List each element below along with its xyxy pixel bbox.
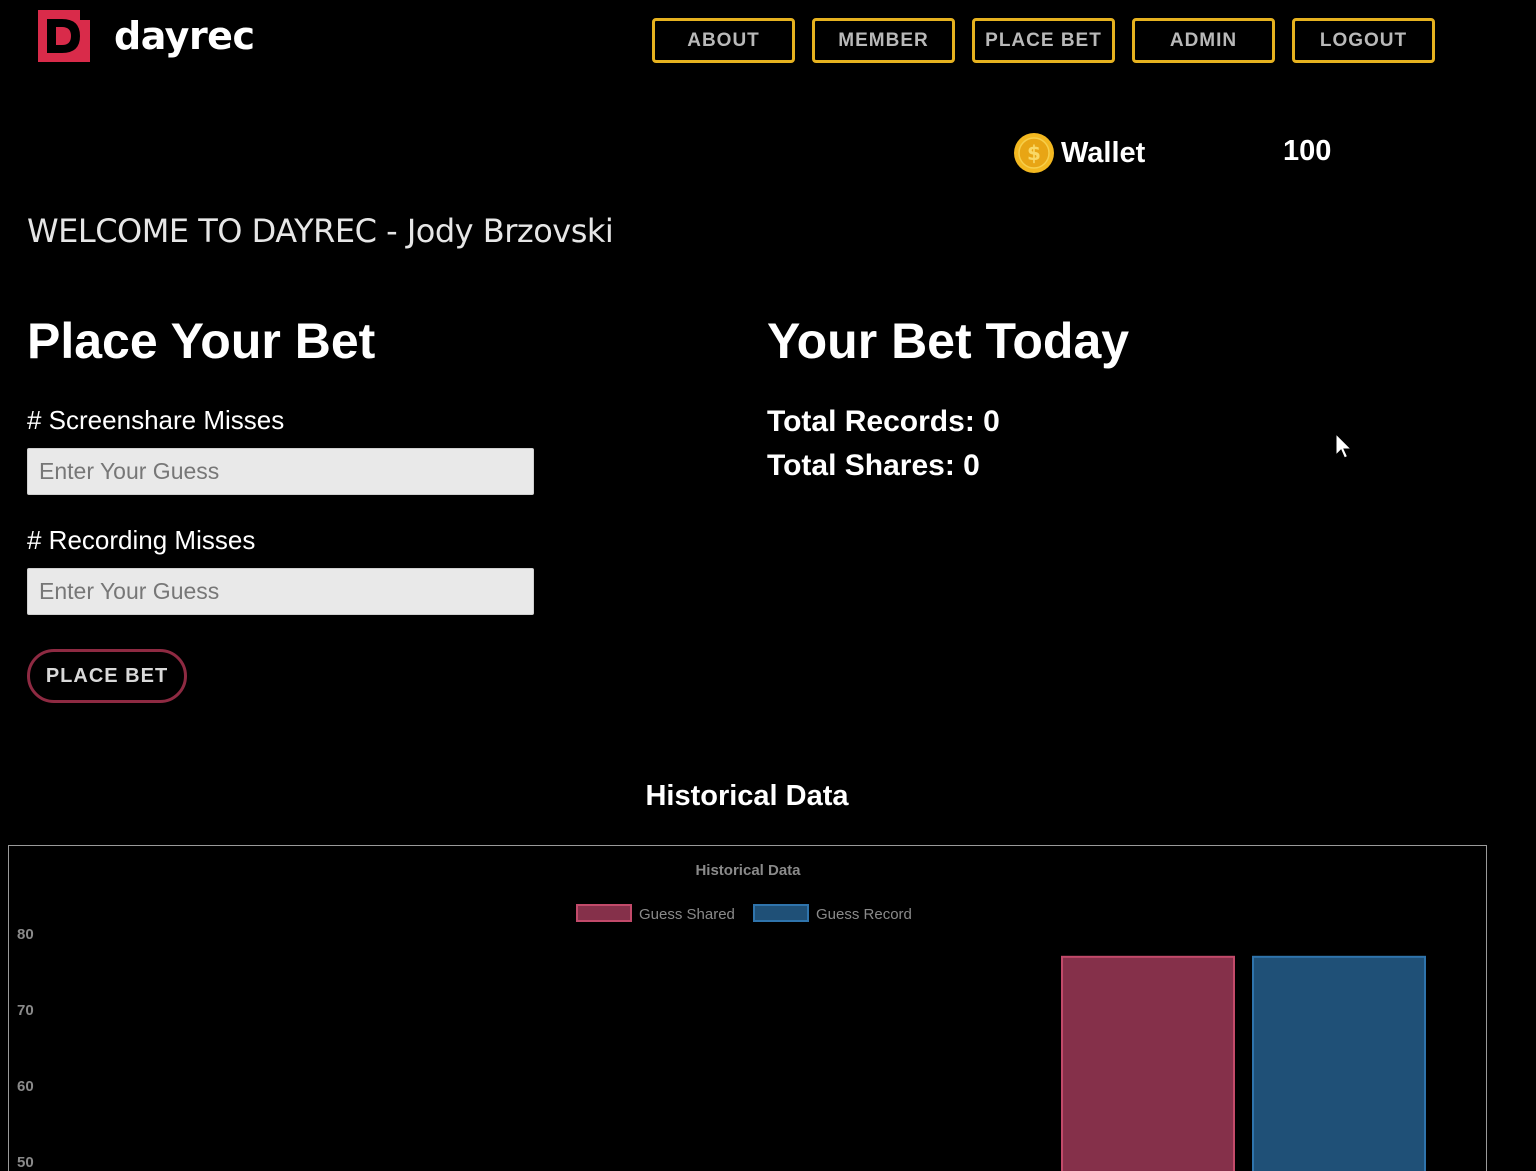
total-records: Total Records: 0	[767, 405, 1000, 438]
wallet: $ Wallet	[1013, 132, 1145, 174]
screenshare-misses-input[interactable]	[27, 448, 534, 495]
legend-swatch	[576, 904, 632, 922]
nav-admin-button[interactable]: ADMIN	[1132, 18, 1275, 63]
screenshare-misses-label: # Screenshare Misses	[27, 405, 285, 435]
logo[interactable]: dayrec	[38, 10, 255, 62]
dayrec-logo-icon	[38, 10, 90, 62]
coin-icon: $	[1014, 133, 1054, 173]
logo-text: dayrec	[114, 14, 255, 58]
svg-text:$: $	[1027, 141, 1041, 165]
bet-today-heading: Your Bet Today	[767, 313, 1130, 369]
wallet-label: Wallet	[1061, 136, 1146, 169]
bar-guess-shared	[1061, 955, 1235, 1171]
y-tick-label: 50	[17, 1154, 34, 1171]
chart-canvas: Historical Data Guess Shared Guess Record 8…	[17, 862, 1426, 1171]
y-tick-label: 80	[17, 926, 34, 943]
chart-title: Historical Data	[695, 862, 801, 879]
total-shares: Total Shares: 0	[767, 449, 980, 482]
y-tick-label: 60	[17, 1078, 34, 1095]
wallet-balance: 100	[1283, 135, 1332, 167]
nav-about-button[interactable]: ABOUT	[652, 18, 795, 63]
nav-logout-button[interactable]: LOGOUT	[1292, 18, 1435, 63]
legend-swatch	[753, 904, 809, 922]
page: dayrec ABOUT MEMBER PLACE BET ADMIN LOGO…	[0, 0, 1536, 1171]
place-bet-button[interactable]: PLACE BET	[27, 649, 187, 703]
nav-place-bet-button[interactable]: PLACE BET	[972, 18, 1115, 63]
historical-chart: Historical Data Guess Shared Guess Record 8…	[8, 845, 1487, 1171]
top-nav: ABOUT MEMBER PLACE BET ADMIN LOGOUT	[652, 18, 1452, 63]
welcome-message: WELCOME TO DAYREC - Jody Brzovski	[27, 212, 614, 250]
bar-guess-record	[1252, 955, 1426, 1171]
recording-misses-label: # Recording Misses	[27, 525, 256, 555]
legend-label: Guess Shared	[639, 906, 735, 923]
recording-misses-input[interactable]	[27, 568, 534, 615]
place-bet-heading: Place Your Bet	[27, 313, 376, 369]
nav-member-button[interactable]: MEMBER	[812, 18, 955, 63]
historical-data-heading: Historical Data	[645, 780, 849, 812]
legend-label: Guess Record	[816, 906, 912, 923]
mouse-cursor-icon	[1335, 433, 1353, 459]
y-tick-label: 70	[17, 1002, 34, 1019]
